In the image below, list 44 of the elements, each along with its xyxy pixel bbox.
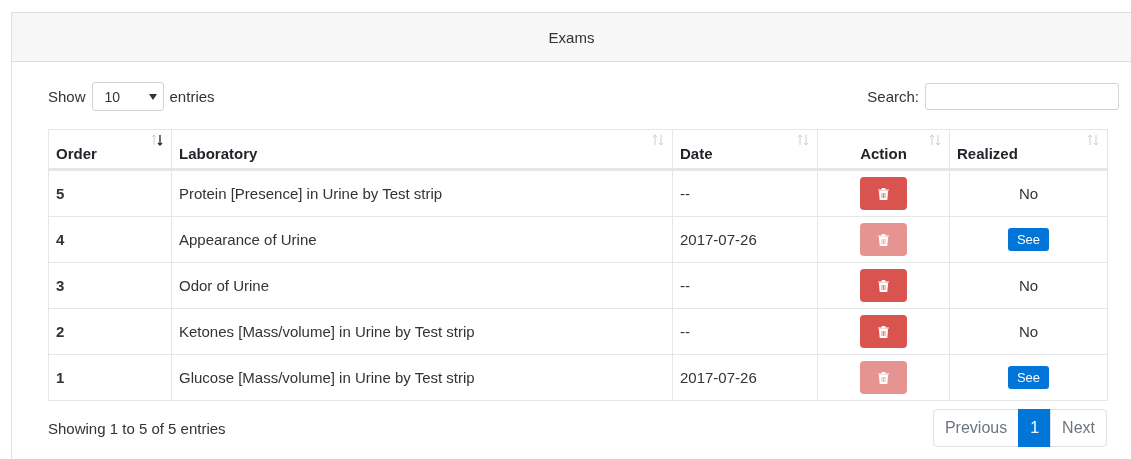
table-cell: No (949, 169, 1108, 217)
card-title: Exams (548, 28, 595, 46)
delete-button[interactable] (860, 315, 907, 348)
column-header[interactable]: Realized (949, 129, 1108, 170)
entries-select[interactable]: 10 (91, 82, 164, 111)
show-label: Show (48, 88, 86, 105)
trash-icon (878, 233, 889, 246)
trash-icon (878, 279, 889, 292)
see-button[interactable]: See (1007, 228, 1050, 251)
column-header[interactable]: Action (817, 129, 950, 170)
see-button[interactable]: See (1007, 366, 1050, 389)
table-cell: 3 (48, 262, 172, 309)
table-cell: Glucose [Mass/volume] in Urine by Test strip (171, 354, 673, 401)
table-cell: 1 (48, 354, 172, 401)
table-cell: 4 (48, 216, 172, 263)
table-cell: Appearance of Urine (171, 216, 673, 263)
table-cell: 2017-07-26 (672, 354, 818, 401)
column-header[interactable]: Laboratory (171, 129, 673, 170)
trash-icon (878, 187, 889, 200)
table-cell: -- (672, 262, 818, 309)
column-header[interactable]: Order (48, 129, 172, 170)
table-cell: -- (672, 308, 818, 355)
trash-icon (878, 325, 889, 338)
table-cell: No (949, 262, 1108, 309)
trash-icon (878, 371, 889, 384)
table-cell: Odor of Urine (171, 262, 673, 309)
page-button[interactable]: Next (1050, 409, 1107, 447)
table-cell: -- (672, 169, 818, 217)
search-field[interactable] (925, 83, 1119, 110)
column-header[interactable]: Date (672, 129, 818, 170)
search-label: Search: (867, 88, 919, 105)
delete-button[interactable] (860, 177, 907, 210)
table-cell: Protein [Presence] in Urine by Test strip (171, 169, 673, 217)
table-info: Showing 1 to 5 of 5 entries (48, 419, 226, 437)
caret-icon (148, 93, 157, 100)
entries-label: entries (169, 88, 215, 105)
table-cell: No (949, 308, 1108, 355)
delete-button[interactable] (860, 269, 907, 302)
table-cell: Ketones [Mass/volume] in Urine by Test strip (171, 308, 673, 355)
page-button[interactable]: Previous (932, 409, 1020, 447)
table-cell: 2 (48, 308, 172, 355)
table-cell: 5 (48, 169, 172, 217)
table-cell: 2017-07-26 (672, 216, 818, 263)
page-button[interactable]: 1 (1018, 409, 1052, 447)
